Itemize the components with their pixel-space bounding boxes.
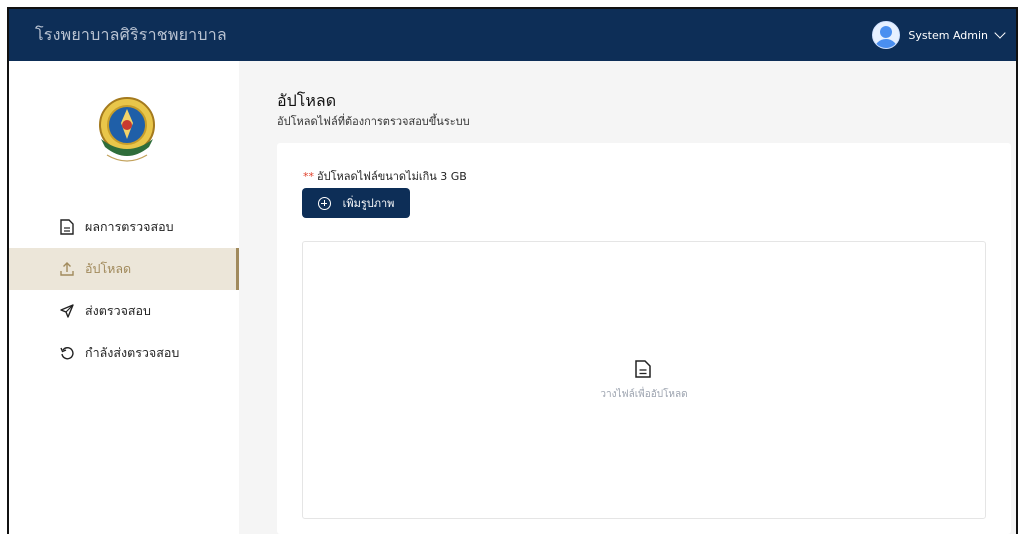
hospital-logo: [99, 97, 155, 162]
sidebar-item-label: ผลการตรวจสอบ: [85, 219, 174, 234]
sidebar-menu: ผลการตรวจสอบ อัปโหลด ส่งตรวจสอบ กำลังส่ง…: [9, 206, 239, 374]
upload-icon: [59, 261, 75, 277]
upload-limit-text: อัปโหลดไฟล์ขนาดไม่เกิน 3 GB: [317, 170, 467, 183]
refresh-icon: [59, 345, 75, 361]
user-menu[interactable]: System Admin: [872, 21, 1016, 49]
page-title: อัปโหลด: [277, 91, 337, 110]
send-icon: [59, 303, 75, 319]
sidebar-item-upload[interactable]: อัปโหลด: [9, 248, 239, 290]
document-icon: [59, 219, 75, 235]
dropzone-text: วางไฟล์เพื่ออัปโหลด: [600, 389, 688, 400]
chevron-down-icon[interactable]: [994, 27, 1006, 39]
plus-circle-icon: [317, 196, 331, 210]
hospital-name: โรงพยาบาลศิริราชพยาบาล: [35, 24, 227, 44]
app-window: โรงพยาบาลศิริราชพยาบาล System Admin ผลกา…: [7, 7, 1018, 534]
file-dropzone[interactable]: วางไฟล์เพื่ออัปโหลด: [302, 241, 986, 519]
top-bar: โรงพยาบาลศิริราชพยาบาล System Admin: [9, 9, 1016, 61]
upload-limit-note: ** อัปโหลดไฟล์ขนาดไม่เกิน 3 GB: [303, 167, 467, 185]
add-image-button[interactable]: เพิ่มรูปภาพ: [302, 188, 410, 218]
sidebar-item-label: อัปโหลด: [85, 261, 132, 276]
required-marker: **: [303, 170, 314, 183]
avatar-icon: [872, 21, 901, 49]
sidebar-item-results[interactable]: ผลการตรวจสอบ: [9, 206, 239, 248]
sidebar-item-send[interactable]: ส่งตรวจสอบ: [9, 290, 239, 332]
sidebar-item-label: กำลังส่งตรวจสอบ: [85, 345, 180, 360]
sidebar-item-label: ส่งตรวจสอบ: [85, 303, 151, 318]
main-content: อัปโหลด อัปโหลดไฟล์ที่ต้องการตรวจสอบขึ้น…: [239, 61, 1016, 534]
document-icon: [635, 360, 651, 378]
user-name: System Admin: [908, 28, 988, 42]
sidebar-item-sending[interactable]: กำลังส่งตรวจสอบ: [9, 332, 239, 374]
page-subtitle: อัปโหลดไฟล์ที่ต้องการตรวจสอบขึ้นระบบ: [277, 115, 470, 128]
add-image-label: เพิ่มรูปภาพ: [342, 197, 395, 210]
sidebar: ผลการตรวจสอบ อัปโหลด ส่งตรวจสอบ กำลังส่ง…: [9, 61, 239, 534]
upload-card: ** อัปโหลดไฟล์ขนาดไม่เกิน 3 GB เพิ่มรูปภา…: [277, 143, 1011, 534]
